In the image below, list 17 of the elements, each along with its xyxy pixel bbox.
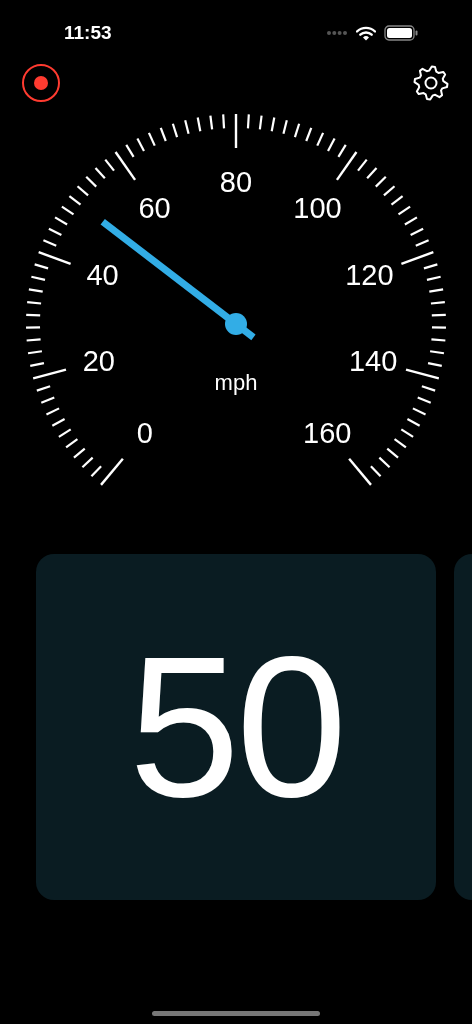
tick-label: 140 (348, 344, 398, 377)
unit-label: mph (214, 370, 258, 395)
battery-icon (384, 25, 418, 41)
status-time: 11:53 (64, 20, 112, 45)
tick-label: 0 (136, 416, 153, 449)
wifi-icon (356, 25, 376, 41)
speed-value: 50 (128, 627, 344, 827)
record-button[interactable] (22, 64, 60, 102)
tick-label: 120 (345, 259, 394, 292)
tick-label: 80 (219, 166, 253, 198)
tick-label: 40 (86, 259, 119, 292)
tick-label: 160 (303, 416, 352, 449)
tick-label: 20 (82, 344, 115, 377)
settings-icon[interactable] (412, 64, 450, 102)
signal-icon (326, 30, 348, 36)
tick-label: 60 (138, 191, 171, 224)
tick-label: 100 (293, 191, 342, 224)
